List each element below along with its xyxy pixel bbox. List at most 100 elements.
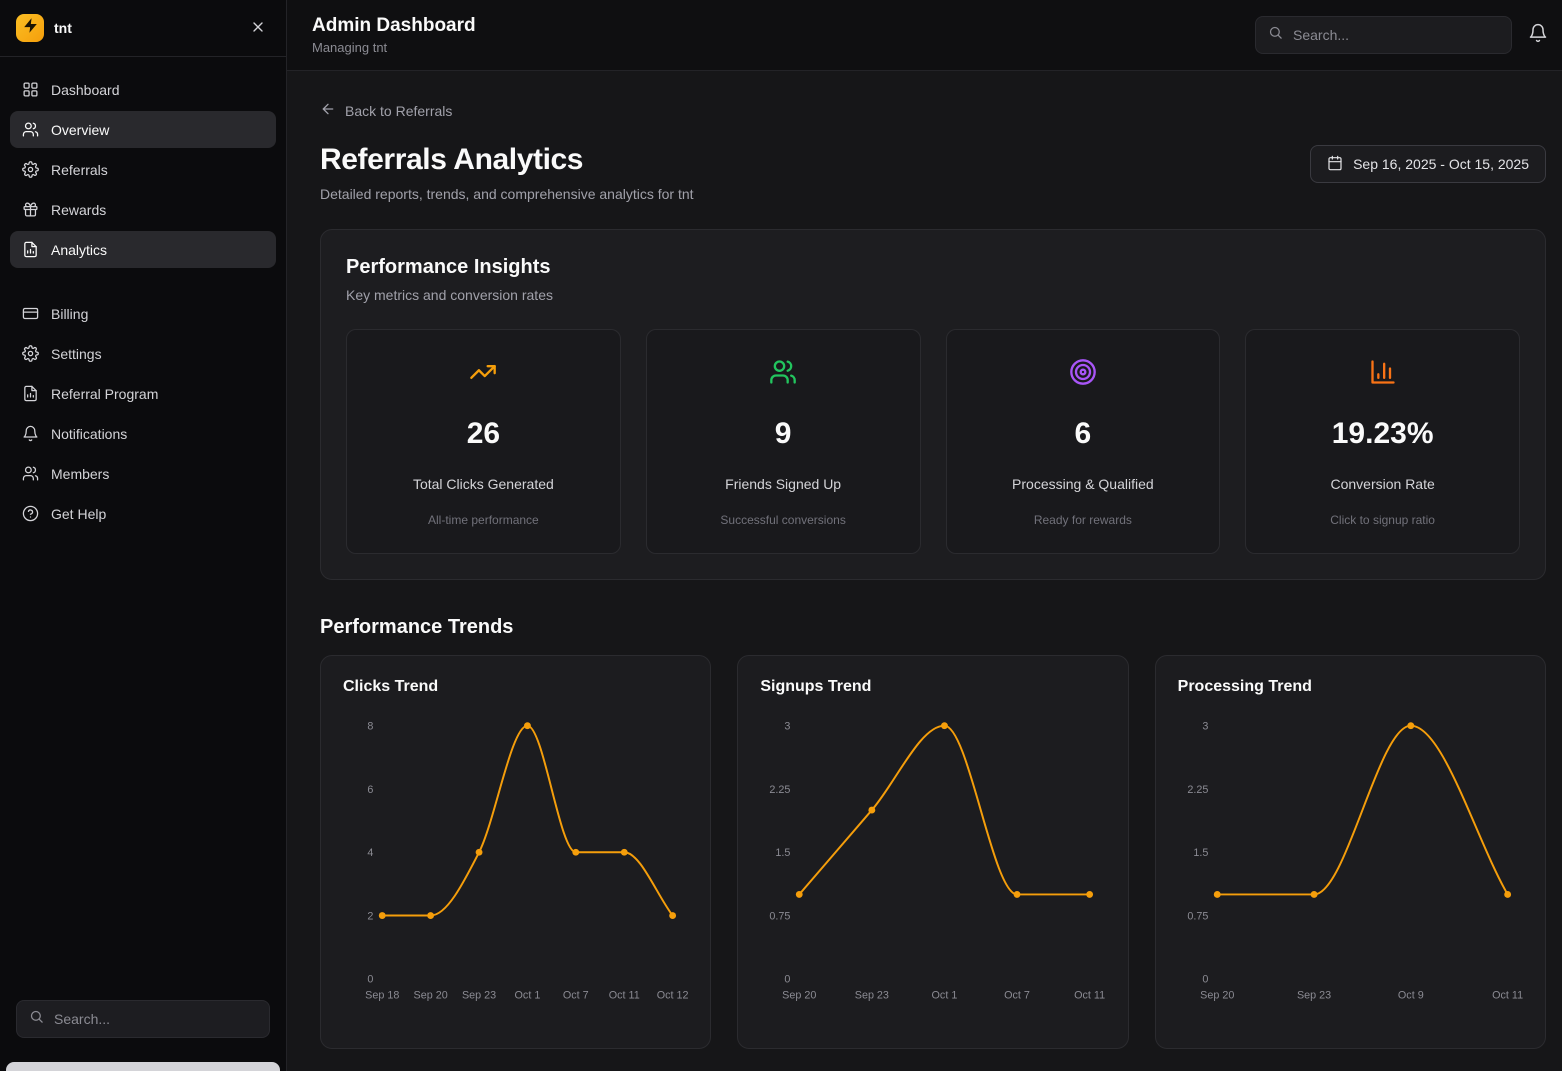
sidebar-item-get-help[interactable]: Get Help	[10, 495, 276, 532]
svg-text:2: 2	[367, 910, 373, 922]
metric-caption: All-time performance	[361, 513, 606, 527]
svg-text:0: 0	[785, 974, 791, 986]
workspace-name: tnt	[54, 20, 72, 36]
metric-caption: Successful conversions	[661, 513, 906, 527]
clicks-trend-chart: 02468Sep 18Sep 20Sep 23Oct 1Oct 7Oct 11O…	[343, 710, 688, 1022]
metric-caption: Click to signup ratio	[1260, 513, 1505, 527]
sidebar-item-label: Rewards	[51, 202, 106, 218]
main-area: Admin Dashboard Managing tnt Back to Ref…	[287, 0, 1562, 1071]
topbar-search-input[interactable]	[1293, 27, 1499, 43]
page-title: Referrals Analytics	[320, 143, 694, 177]
svg-text:0.75: 0.75	[770, 910, 791, 922]
metric-label: Total Clicks Generated	[361, 476, 606, 492]
search-icon	[1268, 25, 1283, 45]
svg-text:Sep 20: Sep 20	[1200, 989, 1234, 1001]
svg-text:Oct 11: Oct 11	[1492, 989, 1523, 1001]
trending-up-icon	[469, 358, 497, 386]
svg-text:Sep 23: Sep 23	[1297, 989, 1331, 1001]
page-subtitle: Detailed reports, trends, and comprehens…	[320, 186, 694, 202]
signups-trend-card: Signups Trend 00.751.52.253Sep 20Sep 23O…	[737, 655, 1128, 1049]
chart-title: Clicks Trend	[343, 678, 688, 696]
chart-title: Signups Trend	[760, 678, 1105, 696]
clicks-trend-card: Clicks Trend 0 2 4 6 8 Sep 18 Sep 20 Sep 23 Oct …	[320, 655, 711, 1049]
sidebar-item-settings[interactable]: Settings	[10, 335, 276, 372]
svg-text:8: 8	[367, 721, 373, 733]
sidebar-item-label: Notifications	[51, 426, 127, 442]
gear-icon	[22, 161, 39, 178]
notifications-bell-button[interactable]	[1528, 23, 1548, 48]
sidebar-item-label: Dashboard	[51, 82, 120, 98]
sidebar-item-dashboard[interactable]: Dashboard	[10, 71, 276, 108]
svg-text:1.5: 1.5	[776, 847, 791, 859]
svg-text:Oct 1: Oct 1	[932, 989, 958, 1001]
sidebar-item-members[interactable]: Members	[10, 455, 276, 492]
metric-card-friends-signed-up: 9 Friends Signed Up Successful conversio…	[646, 329, 921, 554]
sidebar-item-referrals[interactable]: Referrals	[10, 151, 276, 188]
topbar-search[interactable]	[1255, 16, 1512, 54]
metric-value: 26	[361, 417, 606, 451]
svg-text:4: 4	[367, 847, 373, 859]
date-range-value: Sep 16, 2025 - Oct 15, 2025	[1353, 156, 1529, 172]
sidebar-item-referral-program[interactable]: Referral Program	[10, 375, 276, 412]
app-subtitle: Managing tnt	[312, 40, 476, 55]
sidebar-search-input[interactable]	[54, 1011, 257, 1027]
sidebar-item-label: Settings	[51, 346, 102, 362]
sidebar-item-label: Analytics	[51, 242, 107, 258]
profile-card-edge	[6, 1062, 280, 1071]
bell-icon	[22, 425, 39, 442]
svg-text:2.25: 2.25	[770, 784, 791, 796]
sidebar-item-rewards[interactable]: Rewards	[10, 191, 276, 228]
svg-text:3: 3	[1202, 721, 1208, 733]
credit-card-icon	[22, 305, 39, 322]
date-range-picker[interactable]: Sep 16, 2025 - Oct 15, 2025	[1310, 145, 1546, 183]
metric-label: Friends Signed Up	[661, 476, 906, 492]
svg-text:Oct 12: Oct 12	[657, 989, 689, 1001]
svg-text:Sep 23: Sep 23	[462, 989, 496, 1001]
svg-text:0: 0	[367, 974, 373, 986]
calendar-icon	[1327, 155, 1343, 174]
sidebar-item-label: Get Help	[51, 506, 106, 522]
svg-text:Sep 20: Sep 20	[414, 989, 448, 1001]
sidebar-item-label: Referrals	[51, 162, 108, 178]
bell-icon	[1528, 23, 1548, 48]
processing-trend-card: Processing Trend 00.751.52.253Sep 20Sep …	[1155, 655, 1546, 1049]
sidebar-close-button[interactable]	[246, 15, 270, 42]
metric-card-total-clicks: 26 Total Clicks Generated All-time perfo…	[346, 329, 621, 554]
bar-chart-icon	[1369, 358, 1397, 386]
lightning-icon	[23, 18, 38, 38]
back-to-referrals-link[interactable]: Back to Referrals	[320, 101, 452, 120]
sidebar-nav: Dashboard Overview Referrals Rewards Ana…	[0, 57, 286, 535]
file-chart-icon	[22, 385, 39, 402]
insights-title: Performance Insights	[346, 256, 1520, 279]
svg-text:Oct 7: Oct 7	[1004, 989, 1030, 1001]
svg-text:6: 6	[367, 784, 373, 796]
signups-trend-chart: 00.751.52.253Sep 20Sep 23Oct 1Oct 7Oct 1…	[760, 710, 1105, 1022]
users-icon	[22, 121, 39, 138]
svg-text:Oct 1: Oct 1	[515, 989, 541, 1001]
metric-label: Processing & Qualified	[961, 476, 1206, 492]
trend-grid: Clicks Trend 0 2 4 6 8 Sep 18 Sep 20 Sep 23 Oct …	[320, 655, 1546, 1049]
workspace-logo	[16, 14, 44, 42]
gift-icon	[22, 201, 39, 218]
target-icon	[1069, 358, 1097, 386]
chart-title: Processing Trend	[1178, 678, 1523, 696]
sidebar-item-analytics[interactable]: Analytics	[10, 231, 276, 268]
sidebar-item-billing[interactable]: Billing	[10, 295, 276, 332]
users-icon	[22, 465, 39, 482]
svg-text:Oct 7: Oct 7	[563, 989, 589, 1001]
svg-text:0: 0	[1202, 974, 1208, 986]
sidebar-item-notifications[interactable]: Notifications	[10, 415, 276, 452]
title-row: Referrals Analytics Detailed reports, tr…	[320, 143, 1546, 202]
sidebar-search[interactable]	[16, 1000, 270, 1038]
svg-text:Sep 18: Sep 18	[365, 989, 399, 1001]
metric-caption: Ready for rewards	[961, 513, 1206, 527]
metric-label: Conversion Rate	[1260, 476, 1505, 492]
app-title: Admin Dashboard	[312, 15, 476, 37]
sidebar-footer	[0, 986, 286, 1062]
help-circle-icon	[22, 505, 39, 522]
svg-text:Sep 23: Sep 23	[855, 989, 889, 1001]
svg-text:1.5: 1.5	[1193, 847, 1208, 859]
sidebar-item-overview[interactable]: Overview	[10, 111, 276, 148]
metric-value: 9	[661, 417, 906, 451]
metric-card-processing-qualified: 6 Processing & Qualified Ready for rewar…	[946, 329, 1221, 554]
